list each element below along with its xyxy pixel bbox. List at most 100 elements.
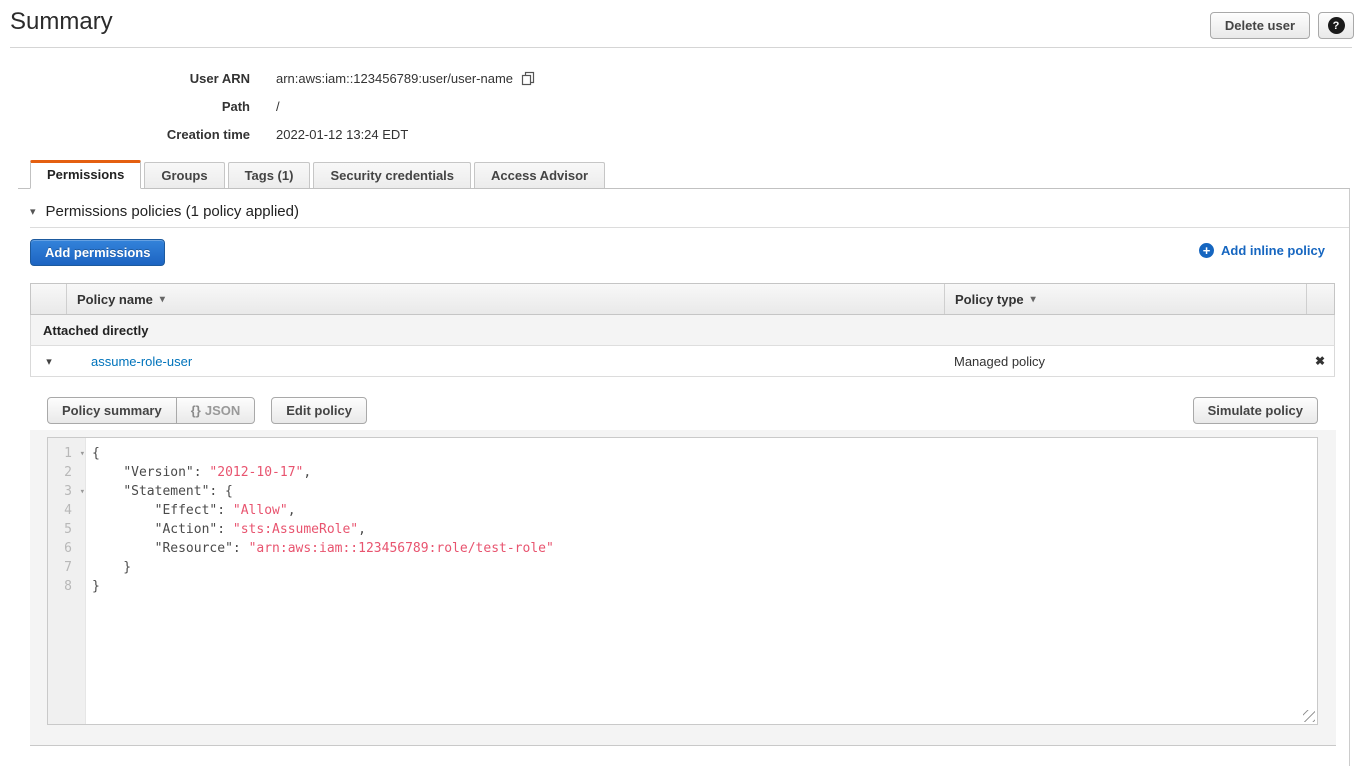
detail-row-creation-time: Creation time 2022-01-12 13:24 EDT [0,120,700,148]
code-fold-icon[interactable]: ▾ [80,483,85,502]
editor-code[interactable]: { "Version": "2012-10-17", "Statement": … [86,438,1317,724]
section-divider [30,227,1350,228]
line-number: 6 [48,539,85,558]
detach-column-header [1306,284,1334,314]
tab-groups[interactable]: Groups [144,162,224,188]
line-number: 3▾ [48,482,85,501]
add-permissions-button[interactable]: Add permissions [30,239,165,266]
code-token-key: "Resource" [155,541,233,556]
user-details: User ARN arn:aws:iam::123456789:user/use… [0,64,700,148]
policy-type-column-header[interactable]: Policy type ▾ [944,284,1306,314]
code-line[interactable]: } [92,558,1317,577]
help-button[interactable]: ? [1318,12,1354,39]
tab-tags[interactable]: Tags (1) [228,162,311,188]
delete-user-button[interactable]: Delete user [1210,12,1310,39]
policy-name-cell: assume-role-user [67,354,944,369]
code-fold-icon[interactable]: ▾ [80,445,85,464]
line-number: 4 [48,501,85,520]
policy-detail-toolbar: Policy summary {} JSON Edit policy [47,397,367,424]
policy-document-panel: 1▾23▾45678 { "Version": "2012-10-17", "S… [30,430,1336,746]
expand-column-header [31,284,67,314]
code-token-plain: , [358,522,366,537]
tab-access-advisor[interactable]: Access Advisor [474,162,605,188]
permissions-policies-heading: ▾ Permissions policies (1 policy applied… [30,203,299,220]
code-token-plain [92,465,123,480]
row-expand-caret-icon[interactable]: ▾ [31,355,67,368]
code-token-plain: , [288,503,296,518]
collapse-caret-icon[interactable]: ▾ [30,205,36,218]
code-token-plain: , [303,465,311,480]
line-number: 2 [48,463,85,482]
braces-icon: {} [191,403,201,418]
detach-policy-x-icon[interactable]: ✖ [1306,354,1334,368]
json-view-button[interactable]: {} JSON [176,397,256,424]
tab-bar: Permissions Groups Tags (1) Security cre… [18,160,1350,189]
code-token-plain [92,522,155,537]
code-token-key: "Statement" [123,484,209,499]
code-token-plain: { [92,446,100,461]
permissions-policies-title: Permissions policies (1 policy applied) [46,203,299,220]
policy-table-header: Policy name ▾ Policy type ▾ [30,283,1335,315]
edit-policy-button[interactable]: Edit policy [271,397,367,424]
add-inline-policy-link[interactable]: + Add inline policy [1199,243,1325,258]
plus-circle-icon: + [1199,243,1214,258]
creation-time-label: Creation time [0,127,250,142]
policy-type-cell: Managed policy [944,354,1306,369]
code-token-plain: : [194,465,210,480]
tab-permissions[interactable]: Permissions [30,160,141,189]
code-line[interactable]: } [92,577,1317,596]
attached-directly-group-row: Attached directly [30,315,1335,346]
code-token-plain: : [233,541,249,556]
path-label: Path [0,99,250,114]
detail-row-user-arn: User ARN arn:aws:iam::123456789:user/use… [0,64,700,92]
path-value: / [276,99,280,114]
code-line[interactable]: { [92,444,1317,463]
code-line[interactable]: "Statement": { [92,482,1317,501]
code-token-plain: } [92,560,131,575]
policy-row: ▾ assume-role-user Managed policy ✖ [30,346,1335,377]
code-token-plain [92,503,155,518]
page-title: Summary [10,8,113,36]
code-token-string: "Allow" [233,503,288,518]
panel-right-border [1349,189,1350,766]
simulate-policy-button[interactable]: Simulate policy [1193,397,1318,424]
code-token-plain: : { [209,484,232,499]
code-token-plain [92,541,155,556]
resize-handle[interactable] [1303,710,1315,722]
tab-security-credentials[interactable]: Security credentials [313,162,471,188]
group-row-label: Attached directly [43,323,148,338]
code-token-plain: : [217,522,233,537]
code-line[interactable]: "Action": "sts:AssumeRole", [92,520,1317,539]
code-token-string: "sts:AssumeRole" [233,522,358,537]
code-line[interactable]: "Effect": "Allow", [92,501,1317,520]
user-arn-label: User ARN [0,71,250,86]
line-number: 8 [48,577,85,596]
header-actions: Delete user ? [1210,12,1354,39]
code-token-key: "Version" [123,465,193,480]
policy-name-column-header[interactable]: Policy name ▾ [67,292,944,307]
code-token-plain: } [92,579,100,594]
add-inline-policy-label: Add inline policy [1221,243,1325,258]
question-mark-icon: ? [1328,17,1345,34]
code-line[interactable]: "Version": "2012-10-17", [92,463,1317,482]
code-token-key: "Effect" [155,503,218,518]
json-button-label: JSON [205,403,240,418]
line-number: 1▾ [48,444,85,463]
line-number: 7 [48,558,85,577]
policy-name-link[interactable]: assume-role-user [91,354,192,369]
code-token-string: "arn:aws:iam::123456789:role/test-role" [249,541,554,556]
json-policy-editor[interactable]: 1▾23▾45678 { "Version": "2012-10-17", "S… [47,437,1318,725]
code-token-plain [92,484,123,499]
user-arn-value: arn:aws:iam::123456789:user/user-name [276,71,513,86]
policy-table: Policy name ▾ Policy type ▾ Attached dir… [30,283,1335,377]
editor-gutter: 1▾23▾45678 [48,438,86,724]
policy-summary-button[interactable]: Policy summary [47,397,177,424]
sort-caret-icon: ▾ [1031,294,1036,305]
code-line[interactable]: "Resource": "arn:aws:iam::123456789:role… [92,539,1317,558]
copy-icon[interactable] [521,71,536,86]
code-token-string: "2012-10-17" [209,465,303,480]
header-divider [10,47,1352,48]
line-number: 5 [48,520,85,539]
policy-type-header-label: Policy type [955,292,1024,307]
sort-caret-icon: ▾ [160,294,165,305]
